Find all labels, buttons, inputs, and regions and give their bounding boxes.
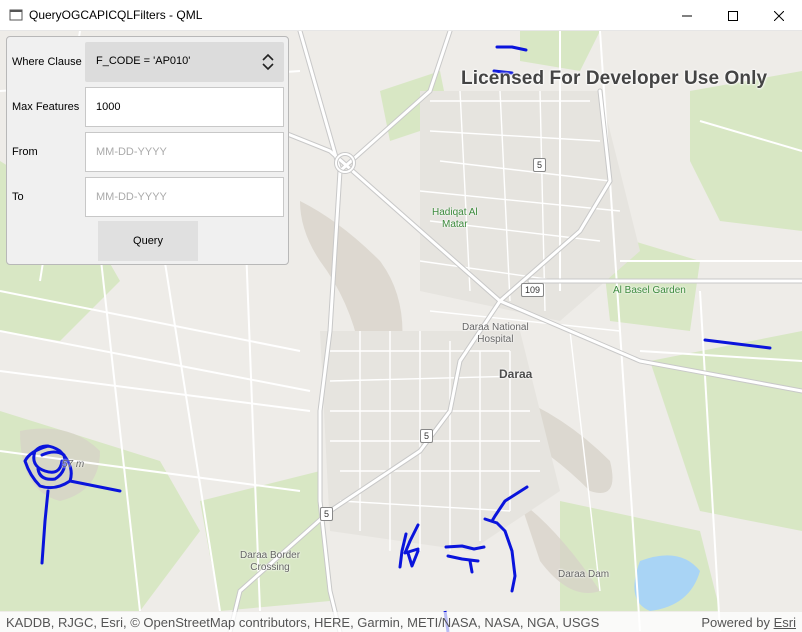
label-daraa-dam: Daraa Dam [558, 569, 610, 580]
route-shield-5-south: 5 [320, 507, 334, 521]
from-label: From [12, 146, 38, 158]
max-features-label: Max Features [12, 101, 80, 113]
powered-by-text: Powered by [701, 614, 770, 630]
label-hospital-text: Daraa National Hospital [462, 322, 529, 345]
powered-by: Powered by Esri [701, 615, 796, 630]
route-shield-5-north: 5 [533, 158, 547, 172]
maximize-icon [728, 10, 738, 21]
route-shield-109: 109 [521, 283, 545, 297]
label-elevation: 57 m [62, 459, 85, 470]
to-date-input[interactable]: MM-DD-YYYY [85, 177, 284, 217]
to-label: To [12, 191, 24, 203]
label-border-text: Daraa Border Crossing [240, 550, 301, 573]
label-hadiqat-al-matar: Hadiqat Al Matar [432, 207, 478, 231]
close-icon [774, 10, 784, 21]
max-features-input[interactable]: 1000 [85, 87, 284, 127]
from-date-input[interactable]: MM-DD-YYYY [85, 132, 284, 172]
query-button[interactable]: Query [98, 221, 198, 261]
query-panel: Where Clause F_CODE = 'AP010' Max Featur… [6, 36, 289, 265]
title-bar: QueryOGCAPICQLFilters - QML [0, 0, 802, 31]
minimize-icon [682, 15, 692, 16]
route-shield-5-center: 5 [420, 429, 434, 443]
label-al-basel-garden: Al Basel Garden [613, 285, 686, 296]
window-title: QueryOGCAPICQLFilters - QML [29, 8, 203, 22]
label-daraa-city: Daraa [499, 367, 533, 381]
qt-app-icon [9, 9, 23, 21]
label-daraa-border-crossing: Daraa Border Crossing [240, 550, 300, 574]
esri-link[interactable]: Esri [774, 615, 796, 630]
minimize-button[interactable] [664, 0, 710, 31]
label-hadiqat-text: Hadiqat Al Matar [432, 207, 478, 230]
updown-chevron-icon [262, 53, 274, 71]
close-button[interactable] [756, 0, 802, 31]
label-daraa-hospital: Daraa National Hospital [462, 322, 529, 346]
maximize-button[interactable] [710, 0, 756, 31]
attribution-bar: KADDB, RJGC, Esri, © OpenStreetMap contr… [0, 612, 802, 632]
license-watermark: Licensed For Developer Use Only [461, 68, 768, 89]
where-clause-combobox[interactable]: F_CODE = 'AP010' [85, 42, 284, 82]
where-clause-value: F_CODE = 'AP010' [96, 55, 191, 67]
attribution-text: KADDB, RJGC, Esri, © OpenStreetMap contr… [6, 614, 600, 630]
where-clause-label: Where Clause [12, 56, 82, 68]
